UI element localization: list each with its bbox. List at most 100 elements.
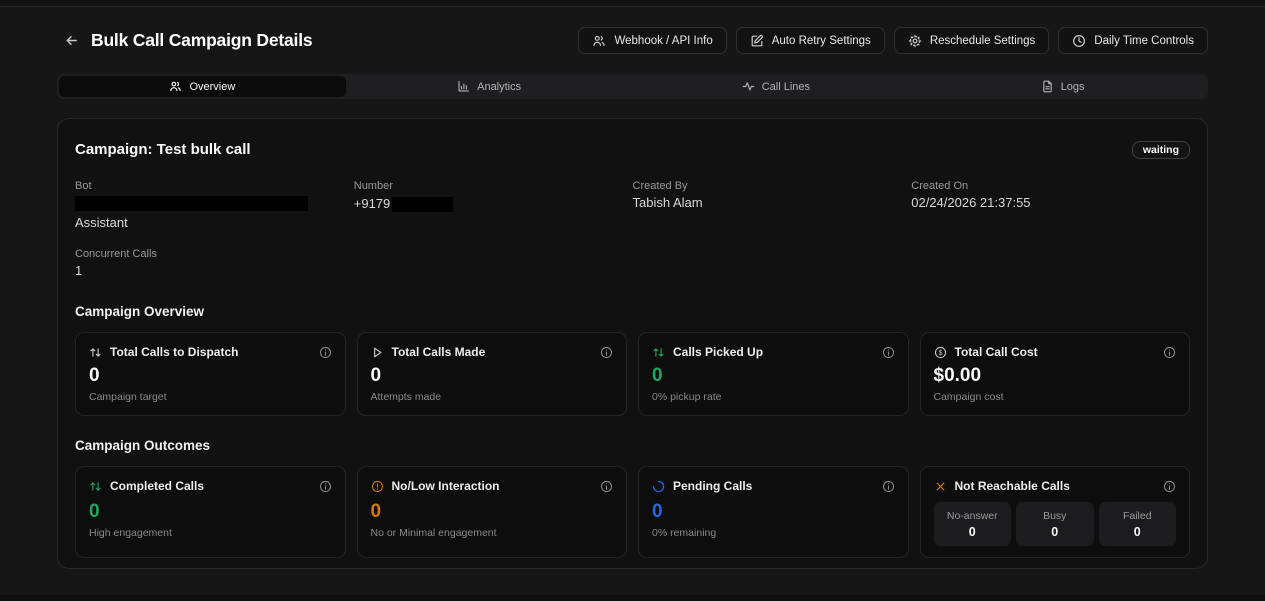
info-icon[interactable]	[1163, 480, 1176, 493]
field-concurrent-calls-label: Concurrent Calls	[75, 247, 1190, 261]
bar-chart-icon	[457, 80, 470, 93]
window-top-strip	[0, 0, 1265, 7]
sub-stat-busy: Busy 0	[1016, 502, 1094, 546]
card-value: 0	[89, 366, 332, 386]
back-button[interactable]	[60, 30, 82, 52]
not-reachable-sub-stats: No-answer 0 Busy 0 Failed 0	[934, 502, 1177, 546]
campaign-overview-heading: Campaign Overview	[75, 304, 1190, 319]
outcomes-cards: Completed Calls 0 High engagement No/Low…	[75, 466, 1190, 558]
tab-call-lines-label: Call Lines	[762, 81, 810, 93]
card-completed-calls: Completed Calls 0 High engagement	[75, 466, 346, 558]
dollar-circle-icon: $	[934, 346, 947, 359]
sub-stat-label: No-answer	[947, 510, 998, 522]
loader-icon	[652, 480, 665, 493]
campaign-header-row: Campaign: Test bulk call waiting	[75, 141, 1190, 158]
card-total-calls-to-dispatch: Total Calls to Dispatch 0 Campaign targe…	[75, 332, 346, 416]
card-title: Calls Picked Up	[673, 345, 763, 359]
info-icon[interactable]	[1163, 346, 1176, 359]
card-title: Total Call Cost	[955, 345, 1038, 359]
card-title: Total Calls Made	[392, 345, 486, 359]
file-text-icon	[1041, 80, 1054, 93]
info-icon[interactable]	[882, 346, 895, 359]
field-bot-label: Bot	[75, 179, 354, 193]
alert-circle-icon	[371, 480, 384, 493]
clock-icon	[1072, 34, 1086, 48]
card-value: $0.00	[934, 366, 1177, 386]
card-no-low-interaction: No/Low Interaction 0 No or Minimal engag…	[357, 466, 628, 558]
auto-retry-settings-button[interactable]: Auto Retry Settings	[736, 27, 885, 54]
field-number-label: Number	[354, 179, 633, 193]
webhook-api-info-button[interactable]: Webhook / API Info	[578, 27, 726, 54]
info-icon[interactable]	[882, 480, 895, 493]
daily-time-controls-button[interactable]: Daily Time Controls	[1058, 27, 1208, 54]
field-bot: Bot Assistant	[75, 179, 354, 231]
reschedule-settings-button[interactable]: Reschedule Settings	[894, 27, 1049, 54]
field-created-by: Created By Tabish Alam	[633, 179, 912, 231]
info-icon[interactable]	[319, 346, 332, 359]
info-icon[interactable]	[319, 480, 332, 493]
field-created-on-value: 02/24/2026 21:37:55	[911, 195, 1190, 211]
field-concurrent-calls-value: 1	[75, 263, 1190, 279]
card-title: Pending Calls	[673, 479, 752, 493]
redacted-number-value	[392, 197, 453, 212]
tab-analytics-label: Analytics	[477, 81, 521, 93]
card-subtitle: 0% remaining	[652, 527, 895, 539]
campaign-fields: Bot Assistant Number +9179 Created By Ta…	[75, 179, 1190, 231]
header-actions: Webhook / API Info Auto Retry Settings R…	[578, 27, 1208, 54]
arrows-up-down-icon	[652, 346, 665, 359]
card-title: Completed Calls	[110, 479, 204, 493]
card-pending-calls: Pending Calls 0 0% remaining	[638, 466, 909, 558]
tab-bar: Overview Analytics Call Lines Logs	[57, 74, 1208, 99]
x-icon	[934, 480, 947, 493]
gear-icon	[908, 34, 922, 48]
tab-overview[interactable]: Overview	[59, 76, 346, 97]
card-subtitle: Attempts made	[371, 391, 614, 403]
arrow-left-icon	[64, 33, 79, 48]
status-badge: waiting	[1132, 141, 1190, 159]
card-title: Total Calls to Dispatch	[110, 345, 238, 359]
field-number-value: +9179	[354, 196, 391, 212]
card-value: 0	[371, 502, 614, 522]
tab-logs-label: Logs	[1061, 81, 1085, 93]
sub-stat-no-answer: No-answer 0	[934, 502, 1012, 546]
svg-text:$: $	[938, 349, 942, 356]
field-created-by-label: Created By	[633, 179, 912, 193]
window-bottom-strip	[0, 595, 1265, 601]
campaign-title: Campaign: Test bulk call	[75, 141, 251, 158]
tab-analytics[interactable]: Analytics	[346, 76, 633, 97]
card-value: 0	[371, 366, 614, 386]
sub-stat-value: 0	[1134, 525, 1141, 539]
edit-icon	[750, 34, 764, 48]
card-calls-picked-up: Calls Picked Up 0 0% pickup rate	[638, 332, 909, 416]
redacted-bot-value	[75, 196, 308, 211]
reschedule-settings-label: Reschedule Settings	[930, 35, 1035, 47]
card-value: 0	[652, 366, 895, 386]
card-subtitle: Campaign cost	[934, 391, 1177, 403]
campaign-outcomes-heading: Campaign Outcomes	[75, 438, 1190, 453]
field-created-on: Created On 02/24/2026 21:37:55	[911, 179, 1190, 231]
card-subtitle: 0% pickup rate	[652, 391, 895, 403]
sub-stat-value: 0	[1051, 525, 1058, 539]
daily-time-controls-label: Daily Time Controls	[1094, 35, 1194, 47]
tab-logs[interactable]: Logs	[919, 76, 1206, 97]
sub-stat-label: Busy	[1043, 510, 1066, 522]
sub-stat-value: 0	[969, 525, 976, 539]
arrows-up-down-icon	[89, 346, 102, 359]
sub-stat-label: Failed	[1123, 510, 1152, 522]
page-header: Bulk Call Campaign Details Webhook / API…	[0, 7, 1265, 74]
card-value: 0	[652, 502, 895, 522]
info-icon[interactable]	[600, 346, 613, 359]
webhook-icon	[592, 34, 606, 48]
field-created-by-value: Tabish Alam	[633, 195, 912, 211]
users-icon	[169, 80, 182, 93]
info-icon[interactable]	[600, 480, 613, 493]
tab-call-lines[interactable]: Call Lines	[633, 76, 920, 97]
sub-stat-failed: Failed 0	[1099, 502, 1177, 546]
field-created-on-label: Created On	[911, 179, 1190, 193]
card-subtitle: Campaign target	[89, 391, 332, 403]
webhook-api-info-label: Webhook / API Info	[614, 35, 712, 47]
card-subtitle: High engagement	[89, 527, 332, 539]
arrows-up-down-icon	[89, 480, 102, 493]
card-subtitle: No or Minimal engagement	[371, 527, 614, 539]
card-title: Not Reachable Calls	[955, 479, 1070, 493]
